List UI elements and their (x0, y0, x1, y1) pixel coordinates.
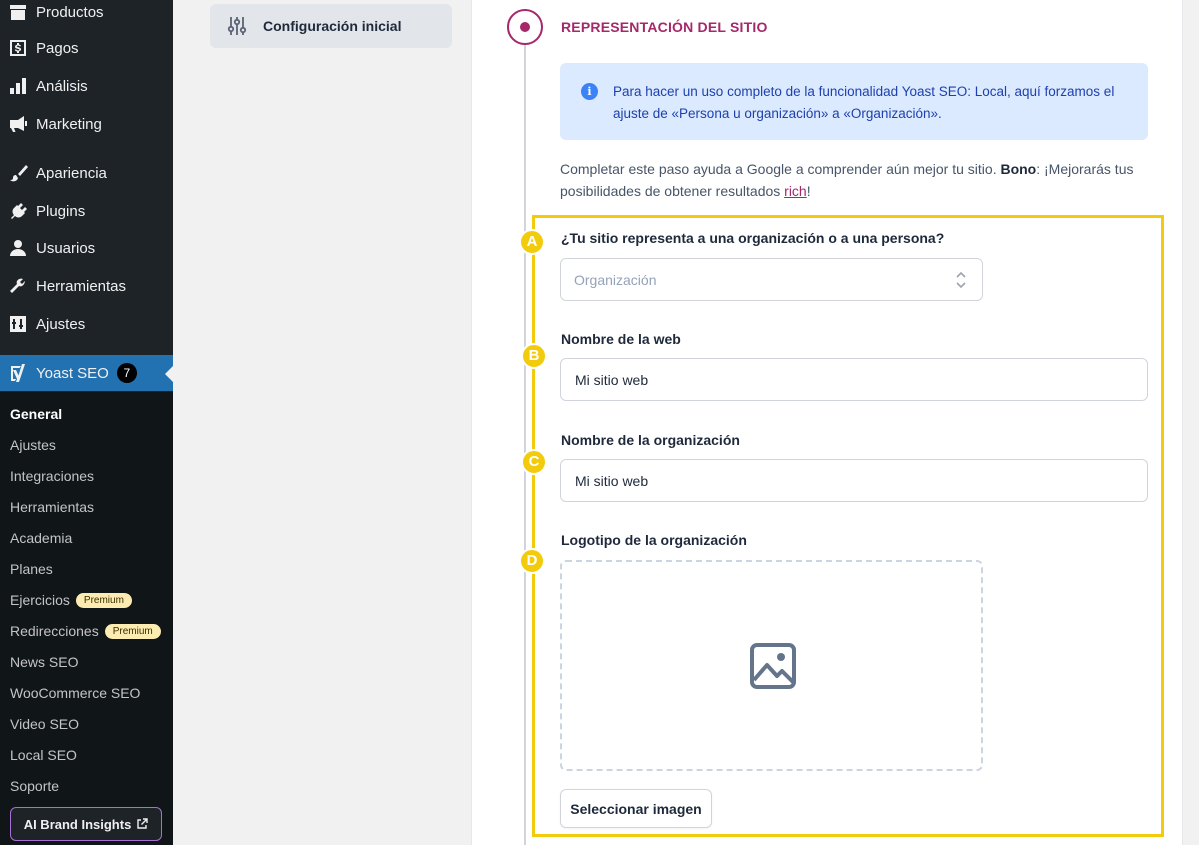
organization-logo-label: Logotipo de la organización (561, 532, 747, 548)
image-placeholder-icon (750, 643, 796, 689)
submenu-label: Soporte (10, 778, 60, 794)
site-name-input[interactable] (560, 358, 1148, 401)
submenu-label: General (10, 406, 63, 422)
menu-item-pagos[interactable]: Pagos (0, 30, 173, 66)
wrench-icon (7, 275, 29, 297)
menu-item-marketing[interactable]: Marketing (0, 106, 173, 142)
archive-icon (7, 1, 29, 23)
notification-count-badge: 7 (116, 363, 137, 383)
menu-item-label: Plugins (36, 202, 86, 220)
premium-badge: Premium (104, 623, 161, 639)
plug-icon (7, 200, 29, 222)
premium-badge: Premium (75, 592, 132, 608)
organization-name-input[interactable] (560, 459, 1148, 502)
select-image-button[interactable]: Seleccionar imagen (560, 789, 712, 828)
admin-sidebar: Productos Pagos Análisis Marketing Apari… (0, 0, 173, 845)
submenu-item-woocommerce-seo[interactable]: WooCommerce SEO (10, 685, 140, 701)
submenu-label: Video SEO (10, 716, 80, 732)
menu-item-label: Apariencia (36, 164, 107, 182)
sliders-icon (7, 313, 29, 335)
menu-item-productos[interactable]: Productos (0, 0, 173, 30)
stepper-line (524, 45, 526, 845)
annotation-marker-a: A (519, 229, 545, 255)
annotation-marker-b: B (521, 343, 547, 369)
submenu-item-news-seo[interactable]: News SEO (10, 654, 78, 670)
submenu-item-local-seo[interactable]: Local SEO (10, 747, 77, 763)
menu-item-ajustes[interactable]: Ajustes (0, 306, 173, 342)
ai-brand-insights-button[interactable]: AI Brand Insights (10, 807, 162, 841)
adjustments-icon (227, 17, 247, 35)
step-indicator (507, 9, 543, 45)
ai-brand-insights-label: AI Brand Insights (23, 816, 132, 832)
menu-item-usuarios[interactable]: Usuarios (0, 230, 173, 266)
menu-item-analisis[interactable]: Análisis (0, 68, 173, 104)
submenu-label: Local SEO (10, 747, 77, 763)
submenu-label: Redirecciones (10, 623, 99, 639)
paintbrush-icon (7, 162, 29, 184)
site-type-value: Organización (574, 271, 657, 288)
submenu-label: Academia (10, 530, 73, 546)
rich-results-link[interactable]: rich (784, 183, 807, 199)
site-name-label: Nombre de la web (561, 331, 681, 347)
megaphone-icon (7, 113, 29, 135)
settings-nav-configuracion-inicial[interactable]: Configuración inicial (210, 4, 452, 48)
submenu-label: WooCommerce SEO (10, 685, 141, 701)
description-end: ! (806, 183, 811, 199)
menu-item-label: Usuarios (36, 239, 96, 257)
menu-item-label: Yoast SEO (36, 364, 109, 382)
site-type-label: ¿Tu sitio representa a una organización … (561, 230, 945, 246)
submenu-item-integraciones[interactable]: Integraciones (10, 468, 94, 484)
submenu-label: Herramientas (10, 499, 95, 515)
submenu-item-general[interactable]: General (10, 406, 62, 422)
menu-item-yoast-seo[interactable]: Yoast SEO 7 (0, 355, 173, 391)
submenu-label: Ajustes (10, 437, 56, 453)
menu-item-label: Productos (36, 3, 104, 21)
submenu-label: News SEO (10, 654, 79, 670)
external-link-icon (137, 818, 149, 829)
site-type-select[interactable]: Organización (560, 258, 983, 301)
step-title: REPRESENTACIÓN DEL SITIO (561, 19, 768, 35)
info-alert-text: Para hacer un uso completo de la funcion… (613, 84, 1115, 121)
annotation-marker-c: C (521, 449, 547, 475)
submenu-label: Planes (10, 561, 53, 577)
submenu-item-redirecciones[interactable]: Redirecciones Premium (10, 623, 161, 639)
submenu-item-video-seo[interactable]: Video SEO (10, 716, 79, 732)
yoast-icon (7, 362, 29, 384)
submenu-item-planes[interactable]: Planes (10, 561, 53, 577)
info-icon: i (581, 83, 598, 100)
step-description: Completar este paso ayuda a Google a com… (560, 158, 1160, 202)
annotation-marker-d: D (519, 548, 545, 574)
info-alert: i Para hacer un uso completo de la funci… (560, 63, 1148, 140)
menu-item-label: Marketing (36, 115, 102, 133)
submenu-item-herramientas[interactable]: Herramientas (10, 499, 94, 515)
settings-nav-label: Configuración inicial (263, 18, 402, 34)
submenu-label: Integraciones (10, 468, 95, 484)
dollar-icon (7, 37, 29, 59)
submenu-item-ajustes[interactable]: Ajustes (10, 437, 56, 453)
menu-item-apariencia[interactable]: Apariencia (0, 155, 173, 191)
menu-item-label: Herramientas (36, 277, 127, 295)
submenu-label: Ejercicios (10, 592, 70, 608)
submenu-item-ejercicios[interactable]: Ejercicios Premium (10, 592, 132, 608)
menu-item-label: Análisis (36, 77, 88, 95)
menu-item-herramientas[interactable]: Herramientas (0, 268, 173, 304)
menu-item-label: Pagos (36, 39, 79, 57)
menu-item-plugins[interactable]: Plugins (0, 193, 173, 229)
description-bold: Bono (1000, 161, 1037, 177)
description-text: Completar este paso ayuda a Google a com… (560, 161, 997, 177)
bar-chart-icon (7, 75, 29, 97)
submenu-item-academia[interactable]: Academia (10, 530, 72, 546)
logo-dropzone[interactable] (560, 560, 983, 771)
submenu-item-soporte[interactable]: Soporte (10, 778, 59, 794)
user-icon (7, 237, 29, 259)
yoast-submenu: General Ajustes Integraciones Herramient… (0, 392, 173, 845)
organization-name-label: Nombre de la organización (561, 432, 740, 448)
chevron-up-down-icon (956, 271, 966, 289)
menu-item-label: Ajustes (36, 315, 86, 333)
